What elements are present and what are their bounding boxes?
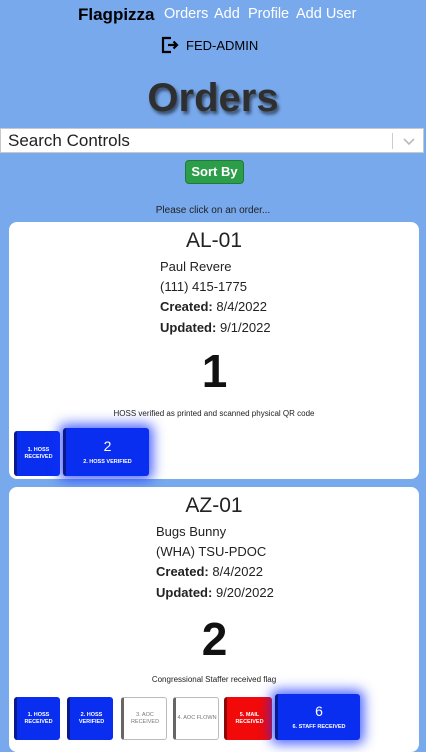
search-controls-dropdown[interactable]: Search Controls	[0, 128, 424, 153]
stage-label: RECEIVED	[24, 718, 53, 725]
status-number: 1	[201, 345, 228, 397]
created-date: 8/4/2022	[216, 299, 267, 314]
chevron-down-icon[interactable]	[402, 134, 416, 148]
dropdown-separator	[392, 133, 393, 149]
stage-label: RECEIVED	[235, 718, 264, 725]
stage-hoss-received[interactable]: 1. HOSS RECEIVED	[14, 431, 60, 476]
order-card[interactable]: AZ-01 Bugs Bunny (WHA) TSU-PDOC Created:…	[9, 487, 419, 752]
status-number: 2	[201, 613, 228, 665]
stage-label: VERIFIED	[78, 718, 105, 725]
stage-label: 1. HOSS	[27, 446, 50, 453]
stage-label: RECEIVED	[130, 718, 160, 725]
sort-by-button[interactable]: Sort By	[185, 160, 244, 184]
status-text: HOSS verified as printed and scanned phy…	[113, 409, 315, 418]
order-name: Paul Revere	[160, 259, 232, 274]
nav-orders[interactable]: Orders	[164, 6, 208, 22]
stage-label: RECEIVED	[24, 453, 53, 460]
stage-label: 2. HOSS	[80, 711, 103, 718]
order-updated: Updated: 9/20/2022	[156, 585, 274, 600]
order-card[interactable]: AL-01 Paul Revere (111) 415-1775 Created…	[9, 222, 419, 479]
order-contact: (WHA) TSU-PDOC	[156, 544, 267, 559]
order-id: AZ-01	[185, 494, 243, 517]
stage-label: 2. HOSS VERIFIED	[83, 458, 132, 465]
stage-label: 3. AOC	[136, 711, 154, 718]
logout-icon	[161, 36, 179, 54]
order-created: Created: 8/4/2022	[160, 299, 267, 314]
created-label: Created:	[160, 299, 213, 314]
brand-link[interactable]: Flagpizza	[78, 5, 155, 25]
stage-label: 1. HOSS	[27, 711, 50, 718]
stage-number: 2	[103, 438, 112, 455]
stage-label: 4. AOC FLOWN	[177, 715, 217, 722]
page-title: Orders	[147, 76, 279, 120]
nav-add[interactable]: Add	[214, 6, 240, 22]
stage-hoss-received[interactable]: 1. HOSS RECEIVED	[14, 697, 60, 740]
stage-aoc-received[interactable]: 3. AOC RECEIVED	[121, 697, 167, 740]
stage-hoss-verified[interactable]: 2. HOSS VERIFIED	[67, 697, 113, 740]
click-hint: Please click on an order...	[155, 205, 271, 216]
status-text: Congressional Staffer received flag	[151, 675, 277, 684]
stage-aoc-flown[interactable]: 4. AOC FLOWN	[173, 697, 219, 740]
logout-button[interactable]: FED-ADMIN	[161, 36, 258, 54]
order-created: Created: 8/4/2022	[156, 564, 263, 579]
stage-label: 5. MAIL	[239, 711, 260, 718]
order-name: Bugs Bunny	[156, 524, 227, 539]
updated-date: 9/20/2022	[215, 585, 274, 600]
stage-hoss-verified[interactable]: 2 2. HOSS VERIFIED	[63, 428, 149, 476]
order-contact: (111) 415-1775	[160, 279, 247, 294]
created-date: 8/4/2022	[212, 564, 263, 579]
nav-add-user[interactable]: Add User	[296, 6, 356, 22]
stage-staff-received[interactable]: 6 6. STAFF RECEIVED	[275, 694, 360, 740]
updated-date: 9/1/2022	[219, 320, 271, 335]
stage-number: 6	[315, 703, 323, 720]
order-updated: Updated: 9/1/2022	[160, 320, 271, 335]
order-id: AL-01	[185, 229, 243, 252]
created-label: Created:	[156, 564, 209, 579]
stage-label: 6. STAFF RECEIVED	[292, 723, 346, 730]
updated-label: Updated:	[160, 320, 217, 335]
updated-label: Updated:	[156, 585, 213, 600]
search-controls-label: Search Controls	[8, 131, 130, 150]
stage-mail-received[interactable]: 5. MAIL RECEIVED	[224, 697, 272, 740]
nav-profile[interactable]: Profile	[248, 6, 289, 22]
top-nav: Flagpizza Orders Add Profile Add User	[0, 4, 426, 24]
current-user: FED-ADMIN	[186, 37, 259, 53]
